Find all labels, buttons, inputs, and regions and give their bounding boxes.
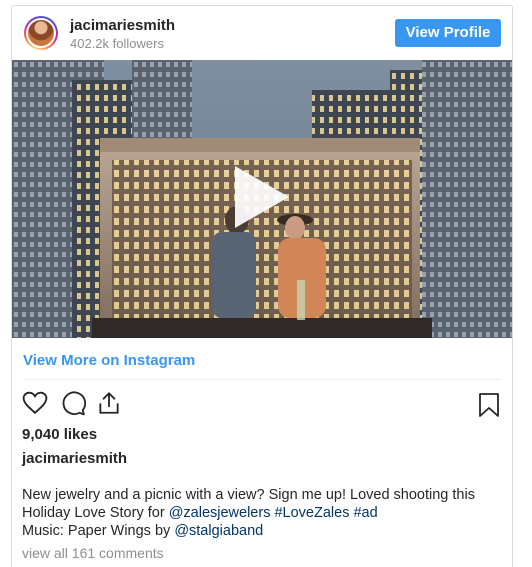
caption-author[interactable]: jacimariesmith: [22, 450, 127, 467]
play-icon[interactable]: [233, 164, 291, 230]
view-more-link[interactable]: View More on Instagram: [23, 352, 195, 369]
view-profile-button[interactable]: View Profile: [395, 19, 501, 47]
view-all-comments-link[interactable]: view all 161 comments: [22, 545, 164, 561]
hashtag-link[interactable]: #ad: [353, 505, 377, 521]
divider: [23, 379, 501, 380]
username[interactable]: jacimariesmith: [70, 17, 175, 34]
post-header: jacimariesmith 402.2k followers View Pro…: [12, 6, 512, 60]
caption-line-1: New jewelry and a picnic with a view? Si…: [22, 487, 475, 503]
heart-icon[interactable]: [22, 390, 48, 416]
mention-link[interactable]: @stalgiaband: [174, 523, 263, 539]
likes-count[interactable]: 9,040 likes: [22, 426, 97, 443]
hashtag-link[interactable]: #LoveZales: [274, 505, 349, 521]
followers-count: 402.2k followers: [70, 36, 164, 51]
mention-link[interactable]: @zalesjewelers: [169, 505, 271, 521]
video-thumbnail[interactable]: [12, 60, 512, 338]
instagram-embed-card: jacimariesmith 402.2k followers View Pro…: [11, 5, 513, 567]
bookmark-icon[interactable]: [478, 392, 500, 418]
caption-line-2: Holiday Love Story for @zalesjewelers #L…: [22, 505, 378, 521]
caption-text: New jewelry and a picnic with a view? Si…: [22, 486, 500, 540]
comment-icon[interactable]: [60, 390, 86, 416]
avatar[interactable]: [24, 16, 58, 50]
share-icon[interactable]: [96, 390, 122, 416]
caption-line-3: Music: Paper Wings by @stalgiaband: [22, 523, 264, 539]
